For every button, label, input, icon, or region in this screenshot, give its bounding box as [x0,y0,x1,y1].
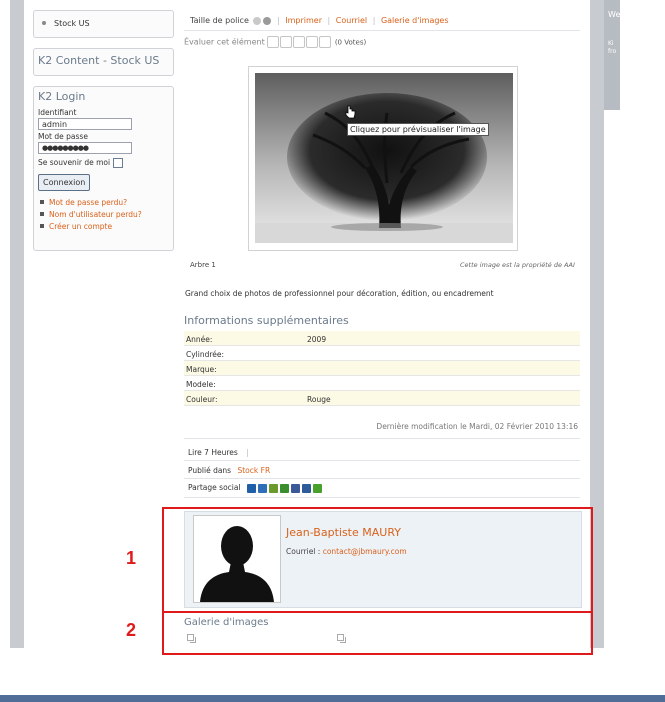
hits-row: Lire 7 Heures | [188,448,249,457]
tree-photo[interactable] [255,73,513,243]
social-label: Partage social [188,483,241,492]
table-row: Couleur: Rouge [184,391,580,406]
k2-content-module: K2 Content - Stock US [33,48,174,76]
font-size-label: Taille de police [190,16,249,25]
square-bullet-icon [40,212,44,216]
social-share-icon[interactable] [312,483,322,493]
social-share-icon[interactable] [268,483,278,493]
gallery-link[interactable]: Galerie d'images [381,16,449,25]
image-credit: Cette image est la propriété de AAI [460,261,575,269]
rating-star-icon[interactable] [280,36,293,48]
login-title: K2 Login [38,90,86,103]
image-preview-tooltip: Cliquez pour prévisualiser l'image [347,123,489,136]
social-share-icon[interactable] [301,483,311,493]
social-share-icon[interactable] [279,483,289,493]
divider [184,497,580,498]
social-share-icon[interactable] [246,483,256,493]
remember-label: Se souvenir de moi [38,158,111,167]
bullet-icon [42,21,46,25]
lost-password-link[interactable]: Mot de passe perdu? [34,197,173,209]
bottom-bar [0,695,665,702]
rating-star-icon[interactable] [319,36,332,48]
right-column-text: We [608,10,620,19]
login-button[interactable]: Connexion [38,174,91,191]
square-bullet-icon [40,200,44,204]
username-input[interactable]: admin [38,118,132,130]
remember-checkbox[interactable] [113,158,124,168]
last-modified: Dernière modification le Mardi, 02 Févri… [376,422,578,431]
stock-us-module: Stock US [33,10,174,38]
username-label: Identifiant [38,108,77,117]
k2-login-module: K2 Login Identifiant admin Mot de passe … [33,86,174,251]
right-column: We Ki fro [604,0,620,110]
extra-fields-table: Année: 2009 Cylindrée: Marque: Modele: Co… [184,331,580,406]
social-share-icon[interactable] [290,483,300,493]
published-row: Publié dans Stock FR [188,466,270,475]
social-share-icon[interactable] [257,483,267,493]
table-row: Cylindrée: [184,346,580,361]
rating-stars [267,36,332,48]
item-toolbar: Taille de police | Imprimer | Courriel |… [184,14,580,31]
image-caption: Arbre 1 [190,261,216,269]
divider [184,438,580,439]
password-label: Mot de passe [38,132,88,141]
hand-cursor-icon [345,105,356,119]
square-bullet-icon [40,224,44,228]
remember-row: Se souvenir de moi [38,158,173,168]
item-image-frame[interactable] [248,66,518,251]
print-link[interactable]: Imprimer [285,16,322,25]
font-increase-icon[interactable] [263,16,272,25]
rating-votes: (0 Votes) [334,38,367,47]
social-row: Partage social [188,483,324,493]
rating-star-icon[interactable] [293,36,306,48]
social-icons [246,483,324,493]
password-input[interactable]: ●●●●●●●●● [38,142,132,154]
published-label: Publié dans [188,466,232,475]
lost-username-link[interactable]: Nom d'utilisateur perdu? [34,209,173,221]
annotation-number-2: 2 [126,620,137,640]
table-row: Modele: [184,376,580,391]
divider [184,460,580,461]
rating-label: Évaluer cet élément [184,37,265,47]
category-link[interactable]: Stock FR [237,466,270,475]
k2-content-title: K2 Content - Stock US [38,54,160,67]
right-column-text-small: Ki fro [608,40,617,55]
annotation-box-2 [162,611,593,655]
annotation-box-1 [162,507,593,613]
intro-text: Grand choix de photos de professionnel p… [185,289,494,298]
rating-star-icon[interactable] [306,36,319,48]
sidebar-item-stock-us[interactable]: Stock US [34,11,173,28]
left-gutter [10,0,24,648]
rating-row: Évaluer cet élément (0 Votes) [184,36,366,48]
annotation-number-1: 1 [126,548,137,568]
create-account-link[interactable]: Créer un compte [34,221,173,233]
font-decrease-icon[interactable] [253,16,262,25]
table-row: Année: 2009 [184,331,580,346]
table-row: Marque: [184,361,580,376]
hits-count: Lire 7 Heures [188,448,238,457]
divider [184,478,580,479]
extra-fields-title: Informations supplémentaires [184,314,349,327]
hits-separator: | [246,448,249,457]
rating-star-icon[interactable] [267,36,280,48]
login-links: Mot de passe perdu? Nom d'utilisateur pe… [34,197,173,233]
email-link[interactable]: Courriel [336,16,367,25]
